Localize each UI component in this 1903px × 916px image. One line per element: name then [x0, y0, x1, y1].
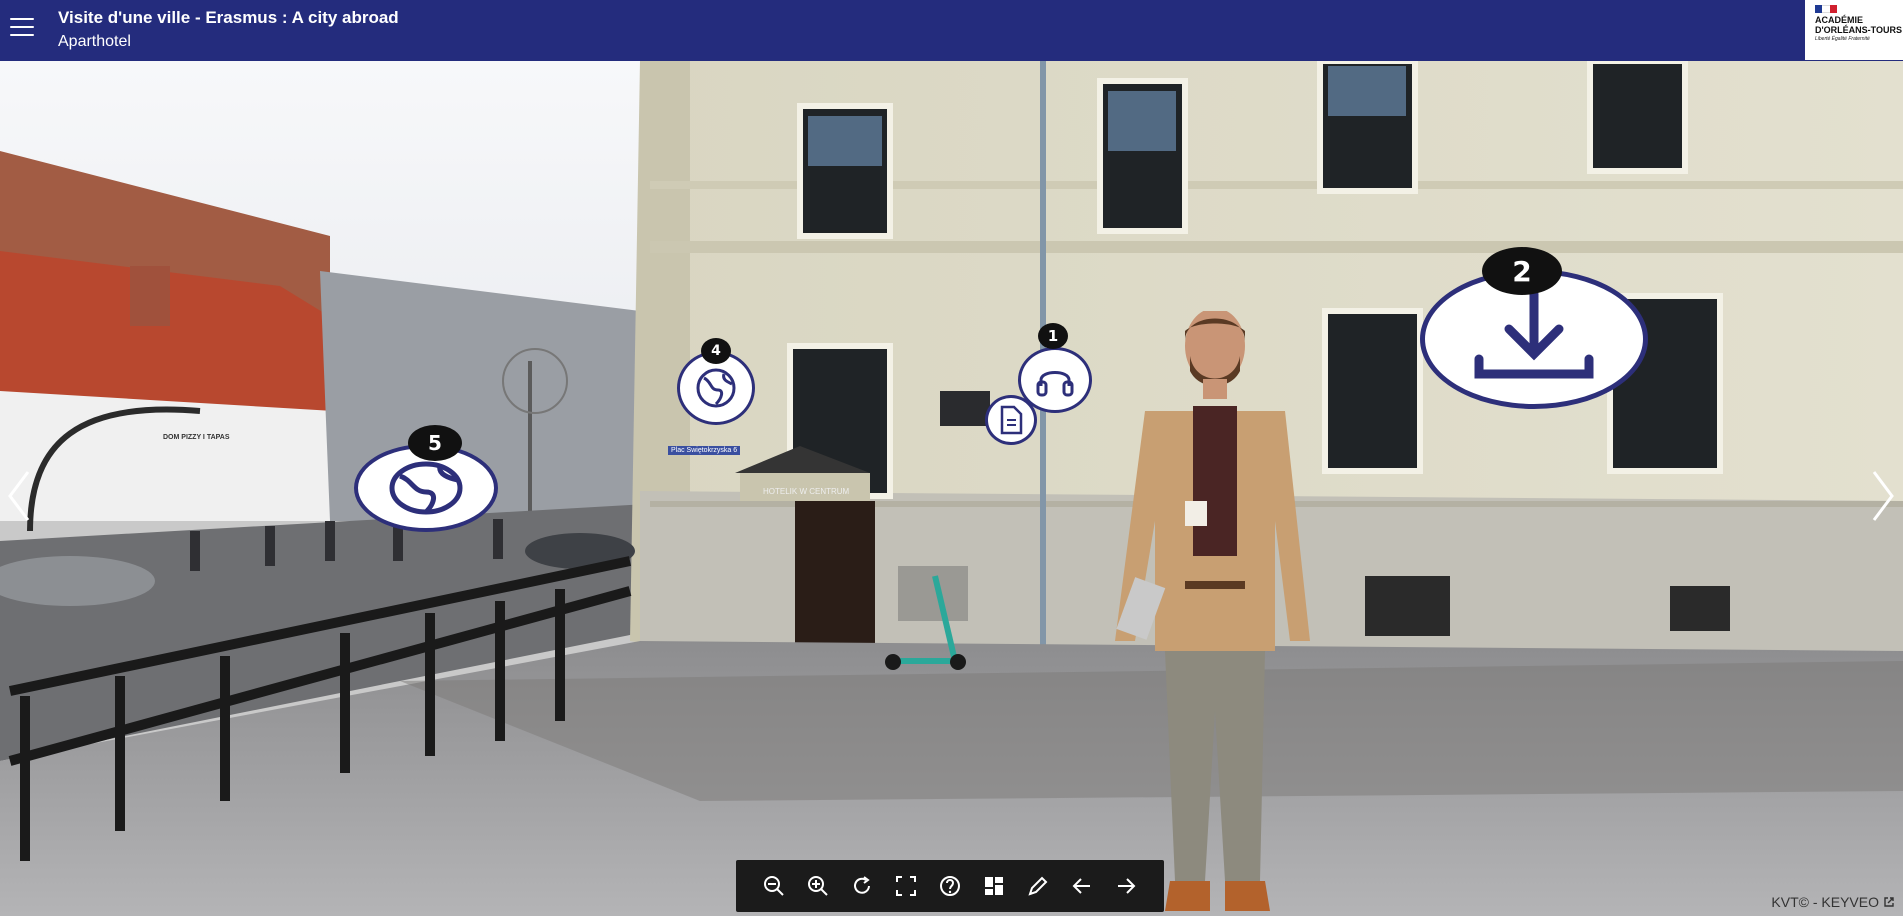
credit-text: KVT© - KEYVEO: [1771, 894, 1879, 910]
zoom-in-button[interactable]: [802, 870, 834, 902]
arrow-left-icon: [1072, 878, 1090, 894]
hotspot-1-badge: 1: [1038, 323, 1068, 349]
help-button[interactable]: [934, 870, 966, 902]
fullscreen-icon: [896, 876, 916, 896]
viewer-toolbar: [736, 860, 1164, 912]
page-title: Visite d'une ville - Erasmus : A city ab…: [58, 8, 399, 27]
panorama-view[interactable]: DOM PIZZY I TAPAS HOTELIK W CENTRUM Plac…: [0, 61, 1903, 916]
hotspot-5-badge: 5: [408, 425, 462, 461]
draw-button[interactable]: [1022, 870, 1054, 902]
zoom-out-button[interactable]: [758, 870, 790, 902]
guide-person: [1115, 311, 1310, 911]
street-sign: Plac Swiętokrzyska 6: [668, 446, 741, 455]
shop-sign: DOM PIZZY I TAPAS: [163, 434, 230, 441]
gallery-icon: [985, 877, 1003, 895]
credit-link[interactable]: KVT© - KEYVEO: [1771, 894, 1895, 910]
previous-button[interactable]: [1066, 870, 1098, 902]
hotspot-4-badge: 4: [701, 338, 731, 364]
next-button[interactable]: [1110, 870, 1142, 902]
title-block: Visite d'une ville - Erasmus : A city ab…: [58, 8, 399, 53]
globe-icon: [696, 368, 736, 408]
top-bar: Visite d'une ville - Erasmus : A city ab…: [0, 0, 1903, 61]
hotspot-document[interactable]: [985, 395, 1037, 445]
logo-line-1: ACADÉMIE: [1815, 15, 1864, 25]
fullscreen-button[interactable]: [890, 870, 922, 902]
download-icon: [1474, 289, 1594, 379]
arrow-right-icon: [1118, 878, 1136, 894]
document-icon: [1000, 405, 1023, 435]
rotate-button[interactable]: [846, 870, 878, 902]
headphones-icon: [1036, 371, 1074, 397]
previous-scene-arrow[interactable]: [4, 466, 34, 526]
gallery-button[interactable]: [978, 870, 1010, 902]
flag-icon: [1815, 5, 1837, 13]
external-link-icon: [1884, 897, 1894, 907]
logo-line-2: D'ORLÉANS-TOURS: [1815, 25, 1902, 35]
zoom-in-icon: [808, 876, 828, 896]
hotel-sign: HOTELIK W CENTRUM: [763, 487, 850, 496]
academy-logo[interactable]: ACADÉMIE D'ORLÉANS-TOURS Liberté Égalité…: [1805, 0, 1903, 60]
pen-icon: [1028, 876, 1048, 896]
rotate-icon: [854, 876, 870, 894]
next-scene-arrow[interactable]: [1868, 466, 1898, 526]
zoom-out-icon: [764, 876, 784, 896]
scene-name: Aparthotel: [58, 33, 131, 50]
panorama-image: [0, 61, 1903, 916]
globe-icon: [389, 461, 463, 515]
menu-icon[interactable]: [10, 18, 34, 38]
help-icon: [940, 876, 960, 896]
hotspot-2-badge: 2: [1482, 247, 1562, 295]
logo-motto: Liberté Égalité Fraternité: [1815, 36, 1870, 42]
